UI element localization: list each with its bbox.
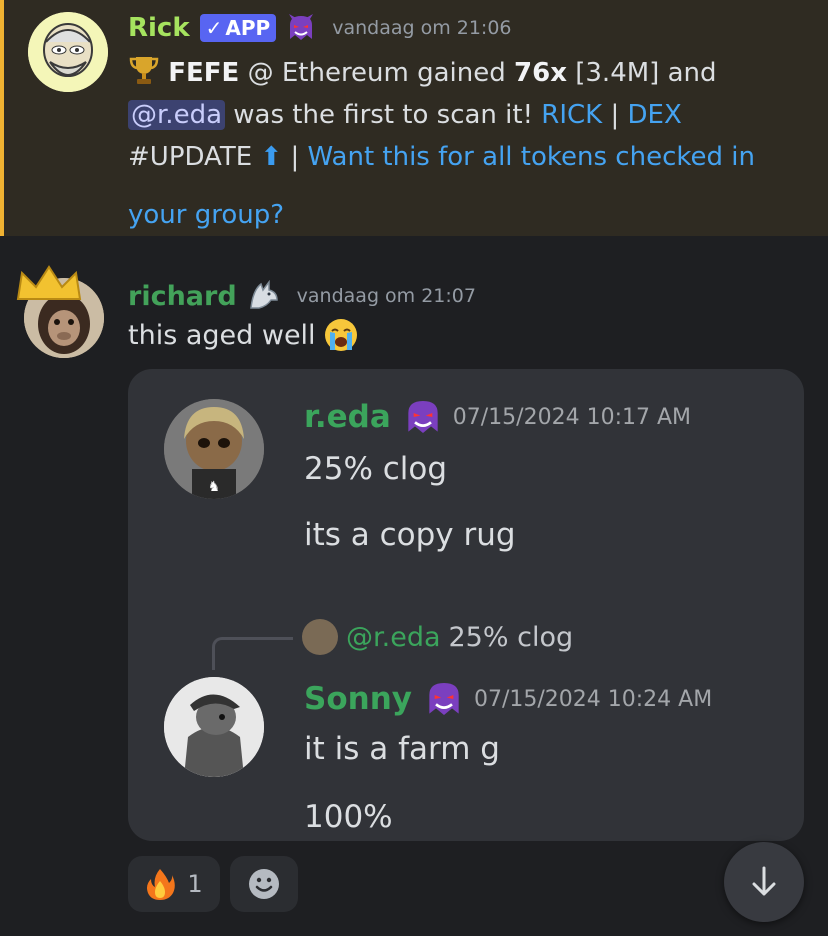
embedded-image[interactable]: ♞ r.eda 07/15/2024 10:17 AM 25% clog its… [128,369,804,841]
group-link-continued[interactable]: your group? [128,200,284,230]
wolf-icon [247,279,281,312]
token-name: FEFE [168,58,240,88]
crown-icon [16,265,82,300]
message-header: richard vandaag om 21:07 [128,278,476,314]
text-segment: @ Ethereum gained [239,58,515,88]
timestamp: 07/15/2024 10:17 AM [452,404,691,430]
ghost-icon [286,13,316,43]
timestamp: vandaag om 21:06 [332,17,512,39]
loudly-crying-face-icon [324,318,358,352]
trophy-icon [128,55,160,85]
separator: | [602,100,628,130]
username: Sonny [304,681,412,717]
username[interactable]: richard [128,281,237,312]
group-link[interactable]: Want this for all tokens checked in [308,142,755,172]
sonny-avatar [164,677,264,777]
embed-message-header: Sonny 07/15/2024 10:24 AM [304,679,712,719]
text-segment: [3.4M] and [566,58,717,88]
timestamp: vandaag om 21:07 [296,285,476,307]
arrow-down-icon [752,866,776,896]
ghost-icon [424,679,464,719]
message-header: Rick ✓ APP vandaag om 21:06 [128,8,512,48]
timestamp: 07/15/2024 10:24 AM [473,686,713,712]
reply-text: 25% clog [448,621,574,653]
separator: | [282,142,308,172]
ghost-icon [403,397,443,437]
arrow-up-icon: ⬆ [260,142,283,172]
fire-icon [145,867,176,901]
reply-mention: @r.eda [346,621,441,653]
embed-message-line: it is a farm g [304,731,500,767]
message-body: this aged well [128,318,358,352]
highlighted-message: Rick ✓ APP vandaag om 21:06 FEFE @ Ether… [0,0,828,236]
reply-connector [212,637,293,670]
rick-avatar[interactable] [28,12,108,92]
username[interactable]: Rick [128,13,190,43]
text-segment: was the first to scan it! [225,100,542,130]
reaction-count: 1 [187,870,203,898]
username: r.eda [304,399,391,435]
message-text: this aged well [128,319,316,351]
embed-message-line: 100% [304,799,393,835]
reply-avatar [302,619,338,655]
reply-reference: @r.eda 25% clog [302,619,573,655]
check-icon: ✓ [205,16,223,40]
app-badge-label: APP [225,16,271,40]
embed-message-line: 25% clog [304,451,448,487]
embed-message-header: r.eda 07/15/2024 10:17 AM [304,397,691,437]
hashtag: #UPDATE [128,142,261,172]
reaction-fire[interactable]: 1 [128,856,220,912]
svg-text:♞: ♞ [208,479,221,495]
scroll-to-bottom-button[interactable] [724,842,804,922]
embed-message-line: its a copy rug [304,517,516,553]
rick-link[interactable]: RICK [541,100,602,130]
message-body: FEFE @ Ethereum gained 76x [3.4M] and @r… [128,52,818,236]
add-reaction-button[interactable] [230,856,298,912]
smiley-icon [249,869,279,899]
reda-avatar: ♞ [164,399,264,499]
gain-value: 76x [514,58,567,88]
dex-link[interactable]: DEX [628,100,682,130]
app-badge: ✓ APP [199,14,277,42]
user-mention[interactable]: @r.eda [128,100,225,130]
